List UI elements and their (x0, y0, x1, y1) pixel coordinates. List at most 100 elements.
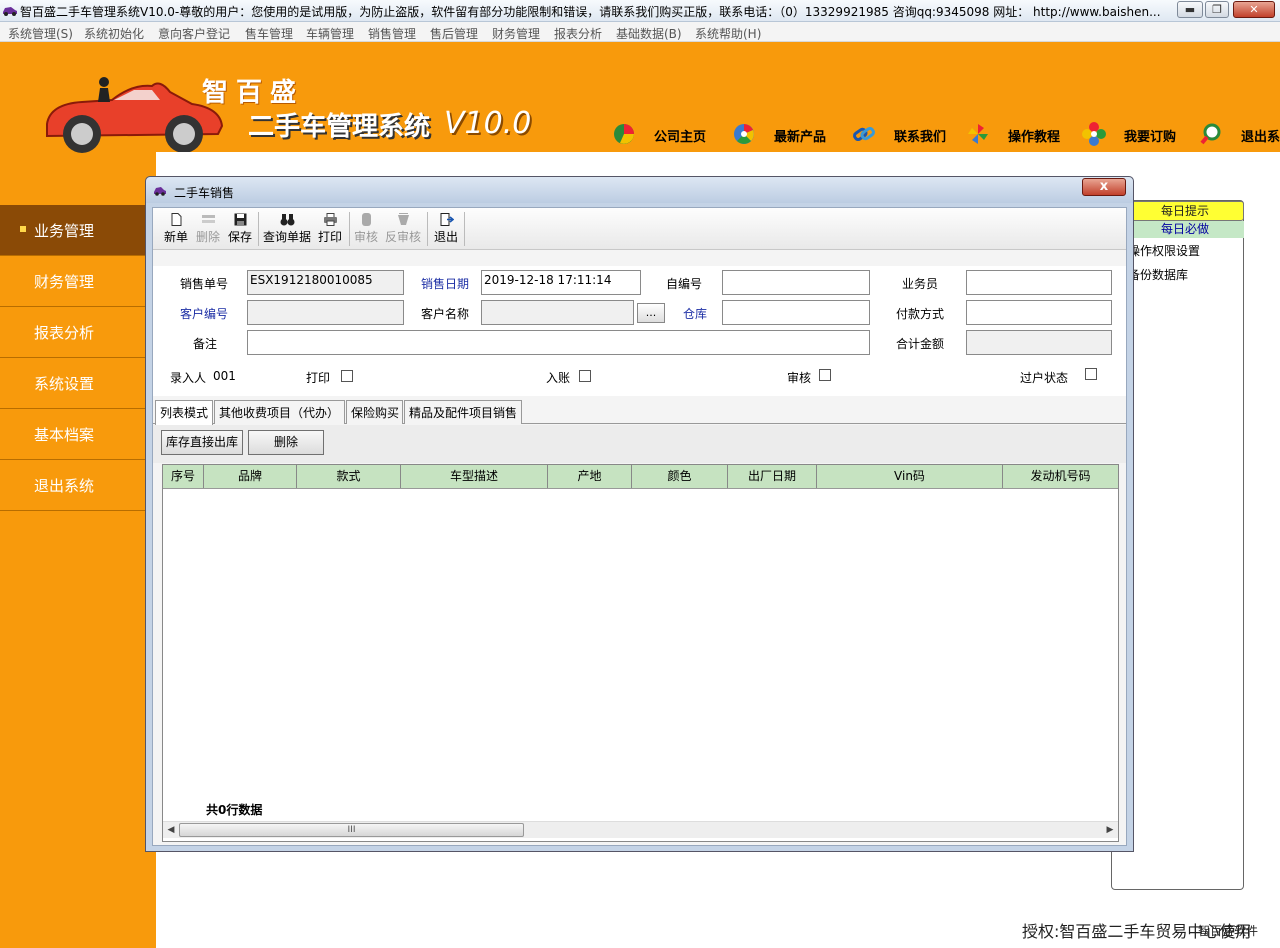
print-checkbox-label: 打印 (306, 371, 331, 385)
posted-checkbox[interactable] (579, 370, 591, 382)
total-field[interactable] (966, 330, 1112, 355)
scroll-right-arrow-icon[interactable]: ▶ (1103, 823, 1117, 837)
bullet-icon (20, 226, 26, 232)
new-button[interactable]: 新单 (161, 210, 191, 248)
dialog-toolbar: 新单 删除 保存 查询单据 打印 审核 反审核 退出 (153, 208, 1126, 250)
salesman-label: 业务员 (902, 277, 939, 291)
column-header[interactable]: 款式 (297, 465, 401, 488)
menu-system-init[interactable]: 系统初始化 (84, 25, 144, 42)
vehicle-grid: 序号 品牌 款式 车型描述 产地 颜色 出厂日期 Vin码 发动机号码 共0行数… (162, 464, 1119, 842)
posted-checkbox-label: 入账 (546, 371, 571, 385)
logo-version: V10.0 (444, 106, 532, 141)
column-header[interactable]: Vin码 (817, 465, 1003, 488)
exit-button[interactable]: 退出 (431, 210, 461, 248)
column-header[interactable]: 品牌 (204, 465, 297, 488)
customer-name-field[interactable] (481, 300, 634, 325)
toolbar-separator (349, 212, 350, 246)
tab-list-mode[interactable]: 列表模式 (155, 400, 213, 425)
sidebar-item-finance[interactable]: 财务管理 (0, 256, 145, 307)
pie-chart-icon (614, 124, 634, 144)
tab-other-charges[interactable]: 其他收费项目（代办） (214, 400, 345, 424)
salesman-field[interactable] (966, 270, 1112, 295)
sidebar-item-settings[interactable]: 系统设置 (0, 358, 145, 409)
query-button[interactable]: 查询单据 (261, 210, 313, 248)
column-header[interactable]: 车型描述 (401, 465, 548, 488)
menu-vehicle-manage[interactable]: 车辆管理 (306, 25, 354, 42)
window-title: 智百盛二手车管理系统V10.0-尊敬的用户：您使用的是试用版，为防止盗版，软件留… (20, 5, 1161, 19)
unapprove-icon (397, 213, 409, 225)
close-icon: ✕ (1249, 3, 1259, 16)
dialog-titlebar: 二手车销售 x (146, 177, 1133, 203)
save-button[interactable]: 保存 (225, 210, 255, 248)
toolbar-separator (258, 212, 259, 246)
tab-daily-tips[interactable]: 每日提示 (1126, 201, 1244, 221)
column-header[interactable]: 产地 (548, 465, 632, 488)
menu-finance[interactable]: 财务管理 (492, 25, 540, 42)
print-checkbox[interactable] (341, 370, 353, 382)
customer-name-label: 客户名称 (421, 307, 470, 321)
close-button[interactable]: ✕ (1233, 1, 1275, 18)
menubar: 系统管理(S) 系统初始化 意向客户登记 售车管理 车辆管理 销售管理 售后管理… (0, 22, 1280, 42)
customer-lookup-button[interactable]: ... (637, 303, 665, 323)
horizontal-scrollbar[interactable]: ◀ III ▶ (163, 821, 1118, 838)
grid-header: 序号 品牌 款式 车型描述 产地 颜色 出厂日期 Vin码 发动机号码 (163, 465, 1118, 489)
menu-car-sales[interactable]: 售车管理 (245, 25, 293, 42)
menu-reports[interactable]: 报表分析 (554, 25, 602, 42)
column-header[interactable]: 序号 (163, 465, 204, 488)
warehouse-field[interactable] (722, 300, 870, 325)
tab-accessories[interactable]: 精品及配件项目销售 (404, 400, 522, 424)
column-header[interactable]: 发动机号码 (1003, 465, 1118, 488)
maximize-button[interactable]: ❐ (1205, 1, 1229, 18)
delete-label: 删除 (195, 230, 220, 244)
tip-permission-setting[interactable]: 操作权限设置 (1128, 242, 1200, 259)
approve-icon (361, 213, 371, 226)
entered-by-value: 001 (213, 369, 236, 383)
payment-field[interactable] (966, 300, 1112, 325)
delete-row-button[interactable]: 删除 (248, 430, 324, 455)
print-button[interactable]: 打印 (315, 210, 345, 248)
tab-insurance[interactable]: 保险购买 (346, 400, 403, 424)
delete-button[interactable]: 删除 (193, 210, 223, 248)
menu-customer-register[interactable]: 意向客户登记 (158, 25, 230, 42)
query-label: 查询单据 (262, 230, 311, 244)
nav-label: 操作教程 (1008, 130, 1061, 145)
menu-after-sales[interactable]: 售后管理 (430, 25, 478, 42)
approve-button[interactable]: 审核 (351, 210, 381, 248)
nav-exit-system[interactable]: 退出系统 (1199, 122, 1280, 148)
scroll-left-arrow-icon[interactable]: ◀ (164, 823, 178, 837)
sale-no-field[interactable]: ESX1912180010085 (247, 270, 404, 295)
menu-help[interactable]: 系统帮助(H) (695, 25, 761, 42)
dialog-close-button[interactable]: x (1082, 178, 1126, 196)
remark-field[interactable] (247, 330, 870, 355)
warehouse-label: 仓库 (683, 307, 708, 321)
stock-out-button[interactable]: 库存直接出库 (161, 430, 243, 455)
tab-strip: 列表模式 其他收费项目（代办） 保险购买 精品及配件项目销售 (153, 400, 1126, 425)
column-header[interactable]: 颜色 (632, 465, 728, 488)
customer-no-field[interactable] (247, 300, 404, 325)
sale-date-field[interactable]: 2019-12-18 17:11:14 (481, 270, 641, 295)
scroll-thumb[interactable]: III (179, 823, 524, 837)
binoculars-icon (280, 214, 294, 226)
sidebar-item-archives[interactable]: 基本档案 (0, 409, 145, 460)
approved-checkbox[interactable] (819, 369, 831, 381)
sidebar-item-label: 基本档案 (34, 426, 95, 444)
tip-backup-database[interactable]: 备份数据库 (1128, 266, 1188, 283)
transfer-checkbox[interactable] (1085, 368, 1097, 380)
car-app-icon (3, 7, 17, 16)
tab-daily-must[interactable]: 每日必做 (1126, 221, 1244, 238)
own-no-field[interactable] (722, 270, 870, 295)
app-header: 智百盛 二手车管理系统 V10.0 公司主页 最新产品 联系我们 操作教程 我要… (0, 42, 1280, 153)
minimize-button[interactable]: ▬ (1177, 1, 1203, 18)
sidebar-item-exit[interactable]: 退出系统 (0, 460, 145, 511)
sidebar-item-reports[interactable]: 报表分析 (0, 307, 145, 358)
sidebar-item-label: 财务管理 (34, 273, 95, 291)
approved-checkbox-label: 审核 (787, 371, 812, 385)
menu-sales-manage[interactable]: 销售管理 (368, 25, 416, 42)
column-header[interactable]: 出厂日期 (728, 465, 817, 488)
menu-base-data[interactable]: 基础数据(B) (616, 25, 682, 42)
approve-label: 审核 (353, 230, 378, 244)
grid-toolbar: 库存直接出库 删除 (153, 425, 1126, 463)
unapprove-button[interactable]: 反审核 (383, 210, 423, 248)
menu-system-manage[interactable]: 系统管理(S) (8, 25, 73, 42)
sidebar-item-business[interactable]: 业务管理 (0, 205, 145, 256)
